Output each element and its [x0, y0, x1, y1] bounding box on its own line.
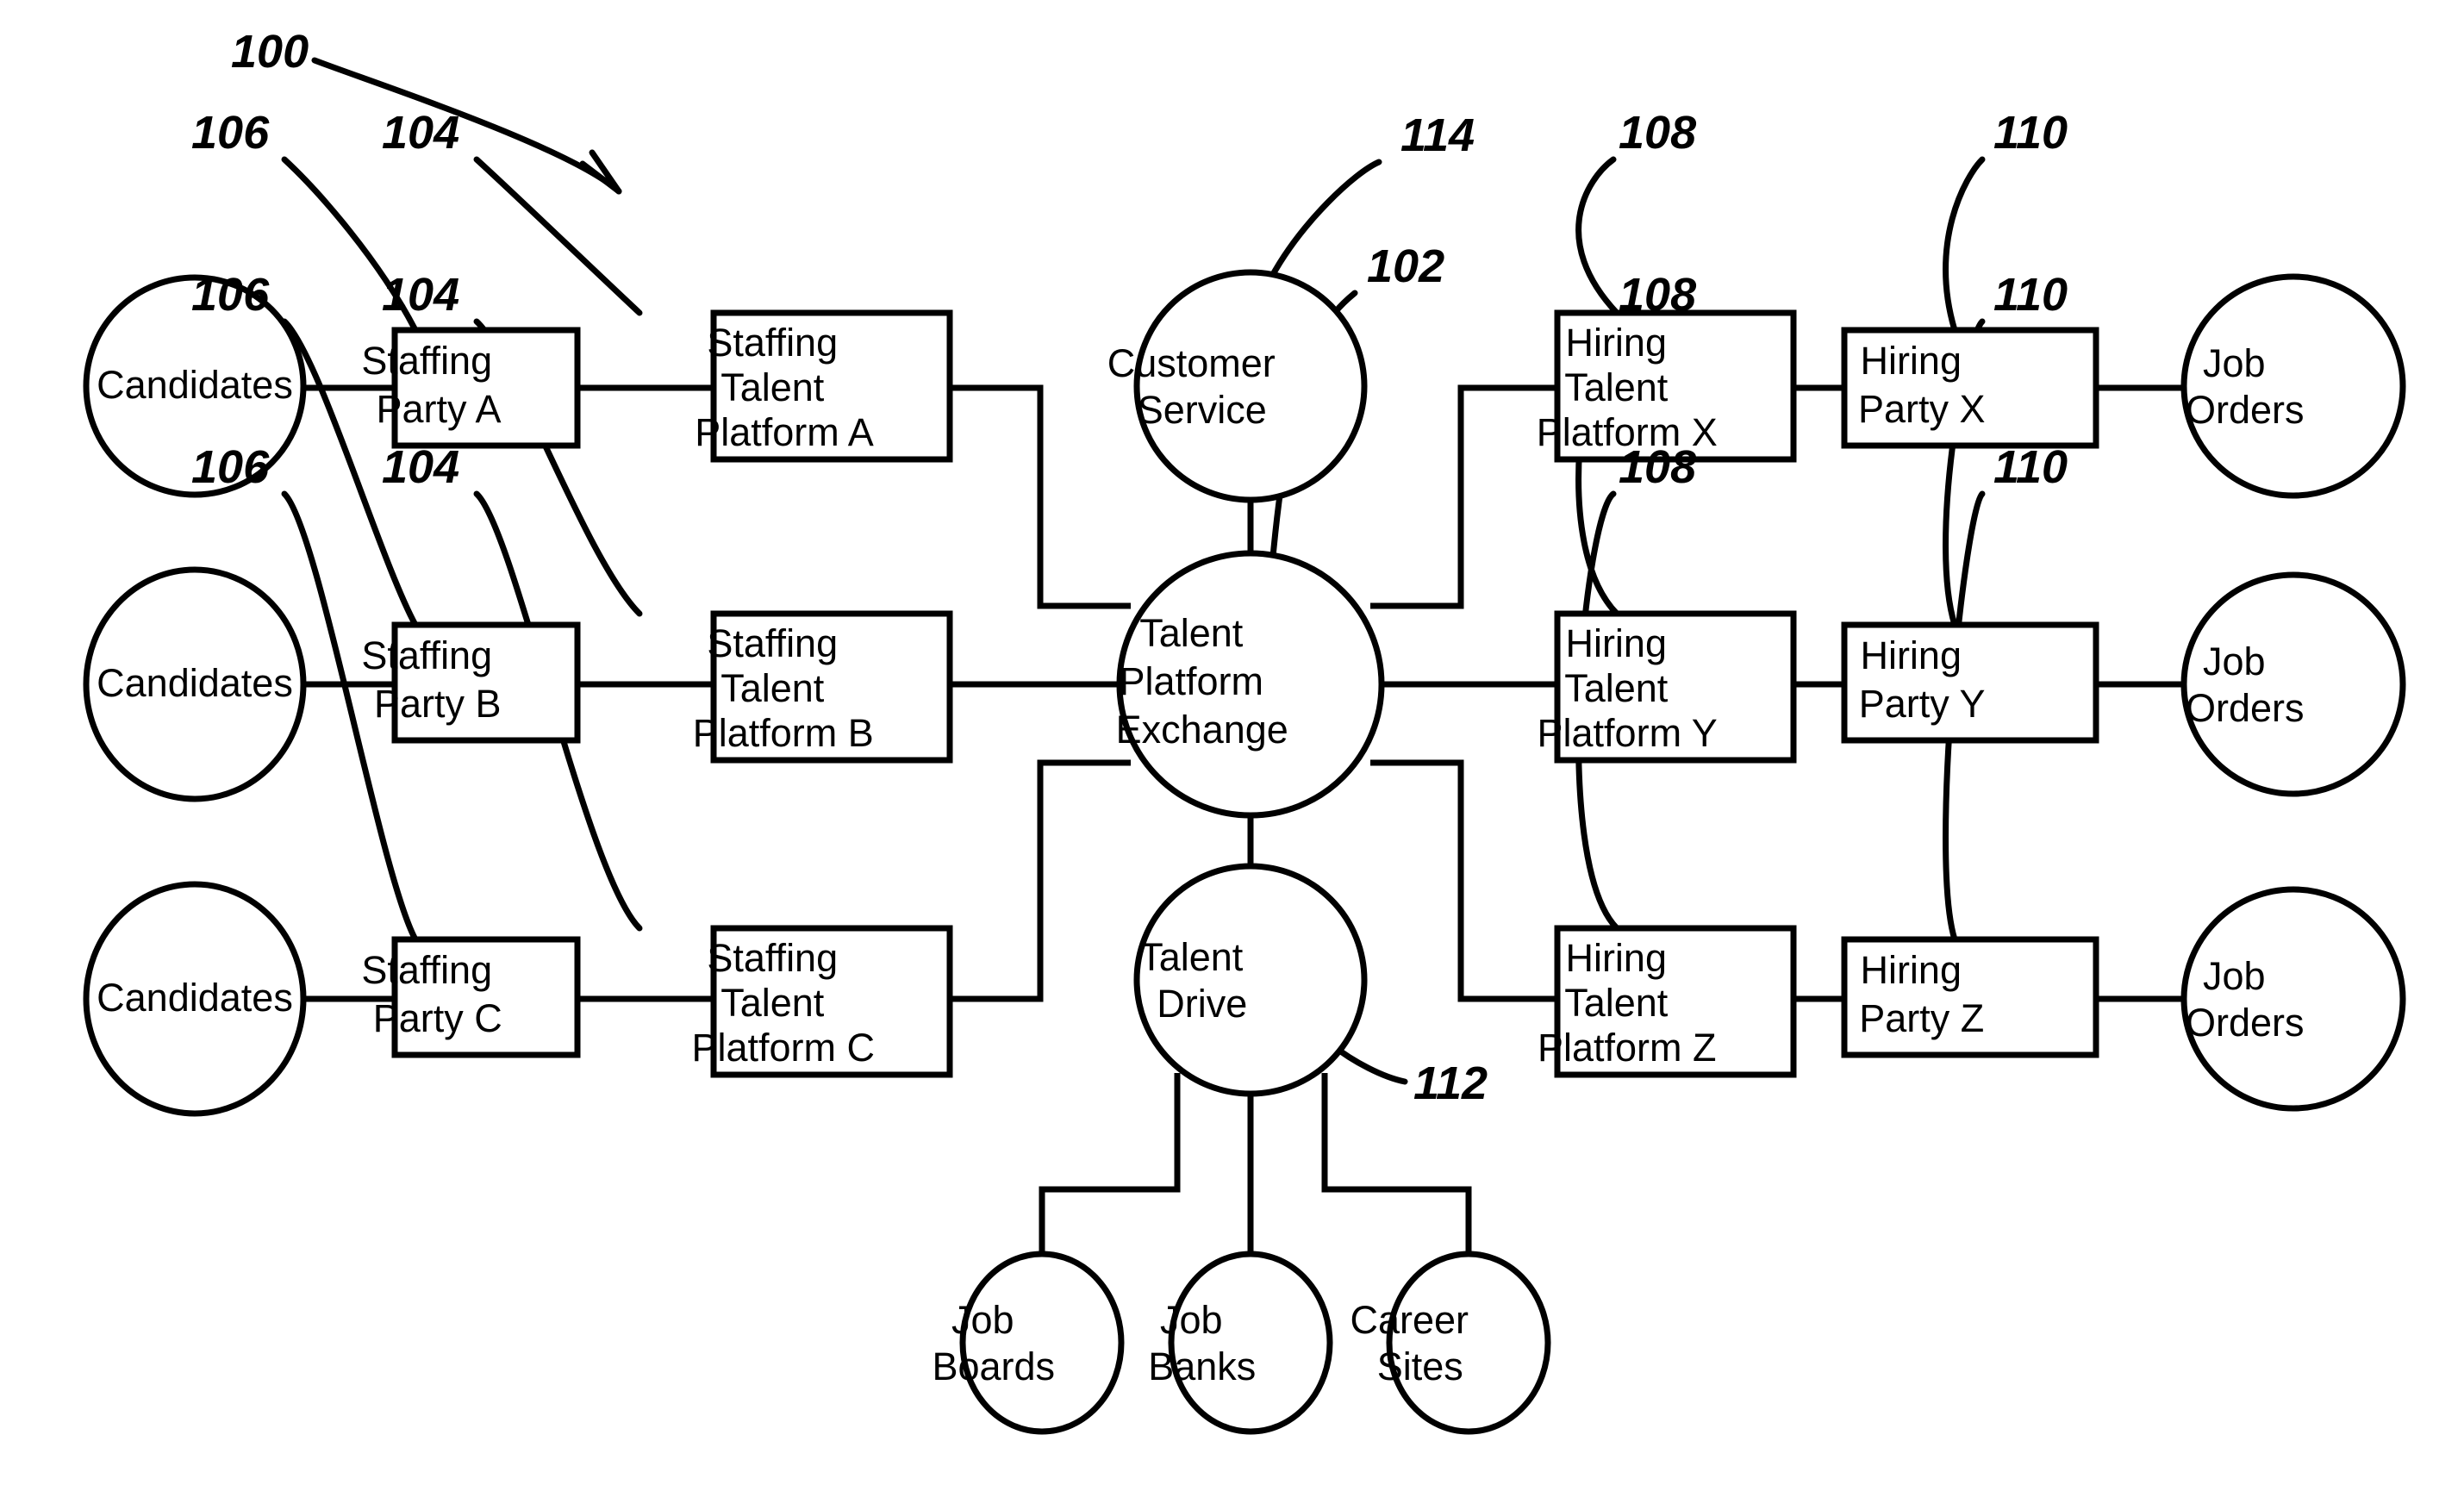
customer-service-circle	[1133, 269, 1368, 503]
ref-numeral-106-b: 106	[191, 269, 270, 321]
career-sites-circle	[1386, 1251, 1551, 1435]
node-staffing-talent-platform-b[interactable]: Staffing Talent Platform B	[693, 610, 971, 764]
staffing-talent-platform-c-label: Staffing Talent Platform C	[691, 936, 971, 1070]
connectors	[303, 384, 2184, 1254]
talent-platform-exchange-label: Talent Platform Exchange	[1116, 611, 1386, 752]
node-job-boards[interactable]: Job Boards	[932, 1251, 1151, 1435]
hiring-talent-platform-z-label: Hiring Talent Platform Z	[1538, 936, 1813, 1070]
ref-numeral-108-z: 108	[1619, 441, 1696, 493]
ref-numeral-100: 100	[231, 26, 309, 78]
leader-line-110-x	[1943, 156, 1986, 334]
ref-numeral-106-c: 106	[191, 441, 270, 493]
ref-numeral-106-a: 106	[191, 107, 270, 159]
ref-numeral-104-b: 104	[382, 269, 459, 321]
job-orders-y-circle	[2180, 571, 2406, 797]
candidates-b-label: Candidates	[97, 661, 293, 705]
node-career-sites[interactable]: Career Sites	[1350, 1251, 1587, 1435]
connector-exchange-to-platform-z	[1370, 759, 1557, 1002]
node-hiring-talent-platform-z[interactable]: Hiring Talent Platform Z	[1538, 925, 1813, 1078]
node-staffing-talent-platform-c[interactable]: Staffing Talent Platform C	[691, 925, 971, 1078]
node-customer-service[interactable]: Customer Service	[1107, 269, 1394, 503]
node-talent-platform-exchange[interactable]: Talent Platform Exchange	[1116, 550, 1386, 819]
node-hiring-talent-platform-y[interactable]: Hiring Talent Platform Y	[1538, 610, 1814, 764]
node-staffing-party-b[interactable]: Staffing Party B	[361, 621, 610, 744]
ref-numeral-110-x: 110	[1993, 107, 2068, 159]
talent-drive-circle	[1133, 863, 1368, 1097]
ref-numeral-102: 102	[1367, 240, 1444, 292]
ref-numeral-114: 114	[1400, 109, 1475, 161]
job-orders-x-circle	[2180, 273, 2406, 499]
ref-numeral-108-y: 108	[1619, 269, 1696, 321]
leader-line-100	[311, 57, 622, 195]
node-job-orders-y[interactable]: Job Orders	[2180, 571, 2406, 797]
node-hiring-party-x[interactable]: Hiring Party X	[1841, 327, 2099, 449]
candidates-a-label: Candidates	[97, 363, 293, 407]
leader-line-108-x	[1575, 156, 1620, 316]
staffing-talent-platform-a-label: Staffing Talent Platform A	[695, 321, 969, 454]
ref-numeral-110-z: 110	[1993, 441, 2068, 493]
node-staffing-party-a[interactable]: Staffing Party A	[361, 327, 610, 449]
candidates-c-label: Candidates	[97, 976, 293, 1020]
job-boards-circle	[959, 1251, 1125, 1435]
node-job-banks[interactable]: Job Banks	[1148, 1251, 1353, 1435]
node-staffing-party-c[interactable]: Staffing Party C	[361, 936, 610, 1058]
node-hiring-party-y[interactable]: Hiring Party Y	[1841, 621, 2099, 744]
node-candidates-c[interactable]: Candidates	[83, 881, 307, 1117]
job-orders-z-circle	[2180, 886, 2406, 1112]
hiring-talent-platform-x-label: Hiring Talent Platform X	[1537, 321, 1815, 454]
ref-numeral-110-y: 110	[1993, 269, 2068, 321]
node-hiring-talent-platform-x[interactable]: Hiring Talent Platform X	[1537, 309, 1815, 463]
staffing-talent-platform-b-label: Staffing Talent Platform B	[693, 621, 971, 755]
hiring-talent-platform-y-label: Hiring Talent Platform Y	[1538, 621, 1814, 755]
node-hiring-party-z[interactable]: Hiring Party Z	[1841, 936, 2099, 1058]
ref-numeral-108-x: 108	[1619, 107, 1696, 159]
diagram-canvas: Candidates Candidates Candidates Staffin…	[83, 26, 2406, 1435]
node-talent-drive[interactable]: Talent Drive	[1133, 863, 1368, 1097]
connector-talent-drive-to-job-boards	[1039, 1073, 1181, 1254]
ref-numeral-104-a: 104	[382, 107, 459, 159]
node-candidates-b[interactable]: Candidates	[83, 566, 307, 802]
node-staffing-talent-platform-a[interactable]: Staffing Talent Platform A	[695, 309, 969, 463]
ref-numeral-104-c: 104	[382, 441, 459, 493]
job-banks-circle	[1168, 1251, 1333, 1435]
ref-numeral-112: 112	[1413, 1057, 1488, 1109]
connector-platform-c-to-exchange	[950, 759, 1131, 1002]
connector-exchange-to-platform-x	[1370, 384, 1557, 609]
leader-line-114	[1268, 159, 1382, 281]
connector-platform-a-to-exchange	[950, 384, 1131, 609]
patent-figure-100: Candidates Candidates Candidates Staffin…	[0, 0, 2464, 1491]
node-job-orders-z[interactable]: Job Orders	[2180, 886, 2406, 1112]
node-job-orders-x[interactable]: Job Orders	[2180, 273, 2406, 499]
